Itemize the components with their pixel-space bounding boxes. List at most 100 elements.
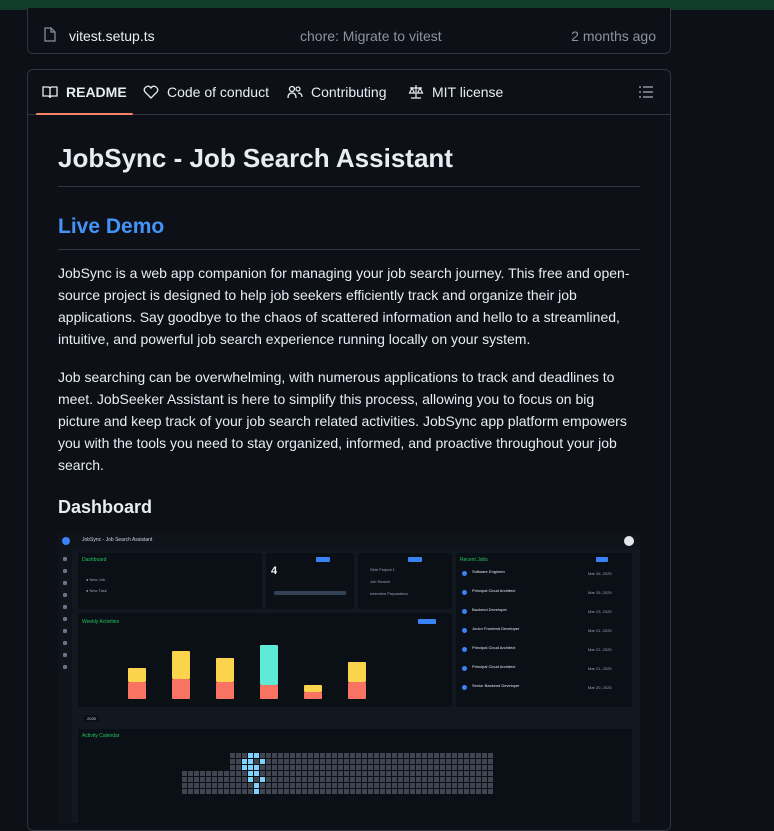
calendar-cell — [254, 789, 259, 794]
screenshot-recent-card: Recent Jobs Software Engineer Mar 26, 202… — [456, 553, 632, 707]
calendar-cell — [416, 759, 421, 764]
calendar-cell — [446, 771, 451, 776]
tab-mit-license[interactable]: MIT license — [408, 70, 503, 114]
calendar-cell — [416, 777, 421, 782]
calendar-cell — [284, 783, 289, 788]
calendar-cell — [332, 753, 337, 758]
calendar-cell — [434, 771, 439, 776]
calendar-cell — [488, 771, 493, 776]
recent-job-date: Mar 23, 2025 — [588, 609, 612, 614]
calendar-cell — [314, 777, 319, 782]
calendar-cell — [236, 759, 241, 764]
calendar-cell — [440, 777, 445, 782]
job-icon — [462, 647, 467, 652]
calendar-cell — [458, 777, 463, 782]
calendar-cell — [296, 759, 301, 764]
calendar-cell — [188, 777, 193, 782]
calendar-cell — [350, 759, 355, 764]
calendar-cell — [458, 765, 463, 770]
calendar-cell — [434, 753, 439, 758]
calendar-cell — [272, 783, 277, 788]
calendar-cell — [446, 759, 451, 764]
screenshot-calendar-card: Activity Calendar — [78, 729, 632, 823]
calendar-cell — [380, 771, 385, 776]
commit-message-link[interactable]: chore: Migrate to vitest — [300, 28, 442, 44]
calendar-cell — [410, 765, 415, 770]
calendar-cell — [434, 783, 439, 788]
calendar-cell — [470, 771, 475, 776]
calendar-cell — [242, 777, 247, 782]
weekly-bar-segment — [348, 682, 366, 699]
weekly-bar-segment — [128, 668, 146, 682]
calendar-cell — [284, 753, 289, 758]
calendar-cell — [314, 753, 319, 758]
sidebar-icon — [63, 581, 67, 585]
calendar-cell — [260, 759, 265, 764]
calendar-cell — [230, 771, 235, 776]
calendar-cell — [302, 765, 307, 770]
calendar-cell — [308, 783, 313, 788]
calendar-cell — [332, 765, 337, 770]
calendar-cell — [188, 783, 193, 788]
tab-readme[interactable]: README — [36, 70, 133, 115]
calendar-cell — [242, 783, 247, 788]
calendar-cell — [350, 783, 355, 788]
calendar-cell — [482, 753, 487, 758]
calendar-cell — [248, 789, 253, 794]
calendar-cell — [266, 771, 271, 776]
calendar-cell — [452, 777, 457, 782]
calendar-cell — [452, 783, 457, 788]
calendar-cell — [284, 789, 289, 794]
calendar-cell — [266, 789, 271, 794]
calendar-cell — [332, 759, 337, 764]
calendar-cell — [488, 759, 493, 764]
file-name-link[interactable]: vitest.setup.ts — [69, 28, 155, 44]
calendar-cell — [320, 759, 325, 764]
calendar-cell — [386, 783, 391, 788]
recent-job-date: Mar 26, 2025 — [588, 571, 612, 576]
calendar-cell — [374, 765, 379, 770]
calendar-cell — [464, 765, 469, 770]
calendar-cell — [290, 789, 295, 794]
calendar-cell — [434, 759, 439, 764]
calendar-cell — [476, 765, 481, 770]
calendar-cell — [194, 777, 199, 782]
calendar-cell — [338, 765, 343, 770]
screenshot-progress — [274, 591, 346, 595]
tab-code-of-conduct[interactable]: Code of conduct — [143, 70, 269, 114]
calendar-cell — [446, 753, 451, 758]
live-demo-link[interactable]: Live Demo — [58, 215, 164, 238]
avatar — [624, 536, 634, 546]
file-row[interactable]: vitest.setup.ts chore: Migrate to vitest… — [28, 8, 670, 53]
tab-contributing[interactable]: Contributing — [287, 70, 387, 114]
calendar-cell — [278, 783, 283, 788]
calendar-cell — [350, 765, 355, 770]
live-demo-heading: Live Demo — [58, 215, 640, 250]
calendar-cell — [338, 759, 343, 764]
calendar-cell — [260, 753, 265, 758]
calendar-cell — [278, 771, 283, 776]
calendar-cell — [410, 753, 415, 758]
calendar-cell — [440, 765, 445, 770]
calendar-cell — [248, 753, 253, 758]
calendar-cell — [362, 777, 367, 782]
calendar-cell — [476, 759, 481, 764]
calendar-cell — [386, 777, 391, 782]
calendar-cell — [326, 789, 331, 794]
calendar-cell — [278, 777, 283, 782]
calendar-cell — [404, 771, 409, 776]
calendar-cell — [290, 765, 295, 770]
calendar-cell — [248, 771, 253, 776]
weekly-bar-segment — [172, 651, 190, 679]
calendar-cell — [326, 771, 331, 776]
sidebar-icon — [63, 653, 67, 657]
calendar-cell — [464, 789, 469, 794]
calendar-cell — [290, 759, 295, 764]
outline-menu-icon[interactable] — [638, 84, 654, 100]
calendar-cell — [320, 771, 325, 776]
calendar-cell — [344, 777, 349, 782]
calendar-cell — [488, 765, 493, 770]
calendar-cell — [278, 789, 283, 794]
recent-job-title: Senior Backend Developer — [472, 683, 520, 688]
intro-paragraph: JobSync is a web app companion for manag… — [58, 265, 630, 347]
